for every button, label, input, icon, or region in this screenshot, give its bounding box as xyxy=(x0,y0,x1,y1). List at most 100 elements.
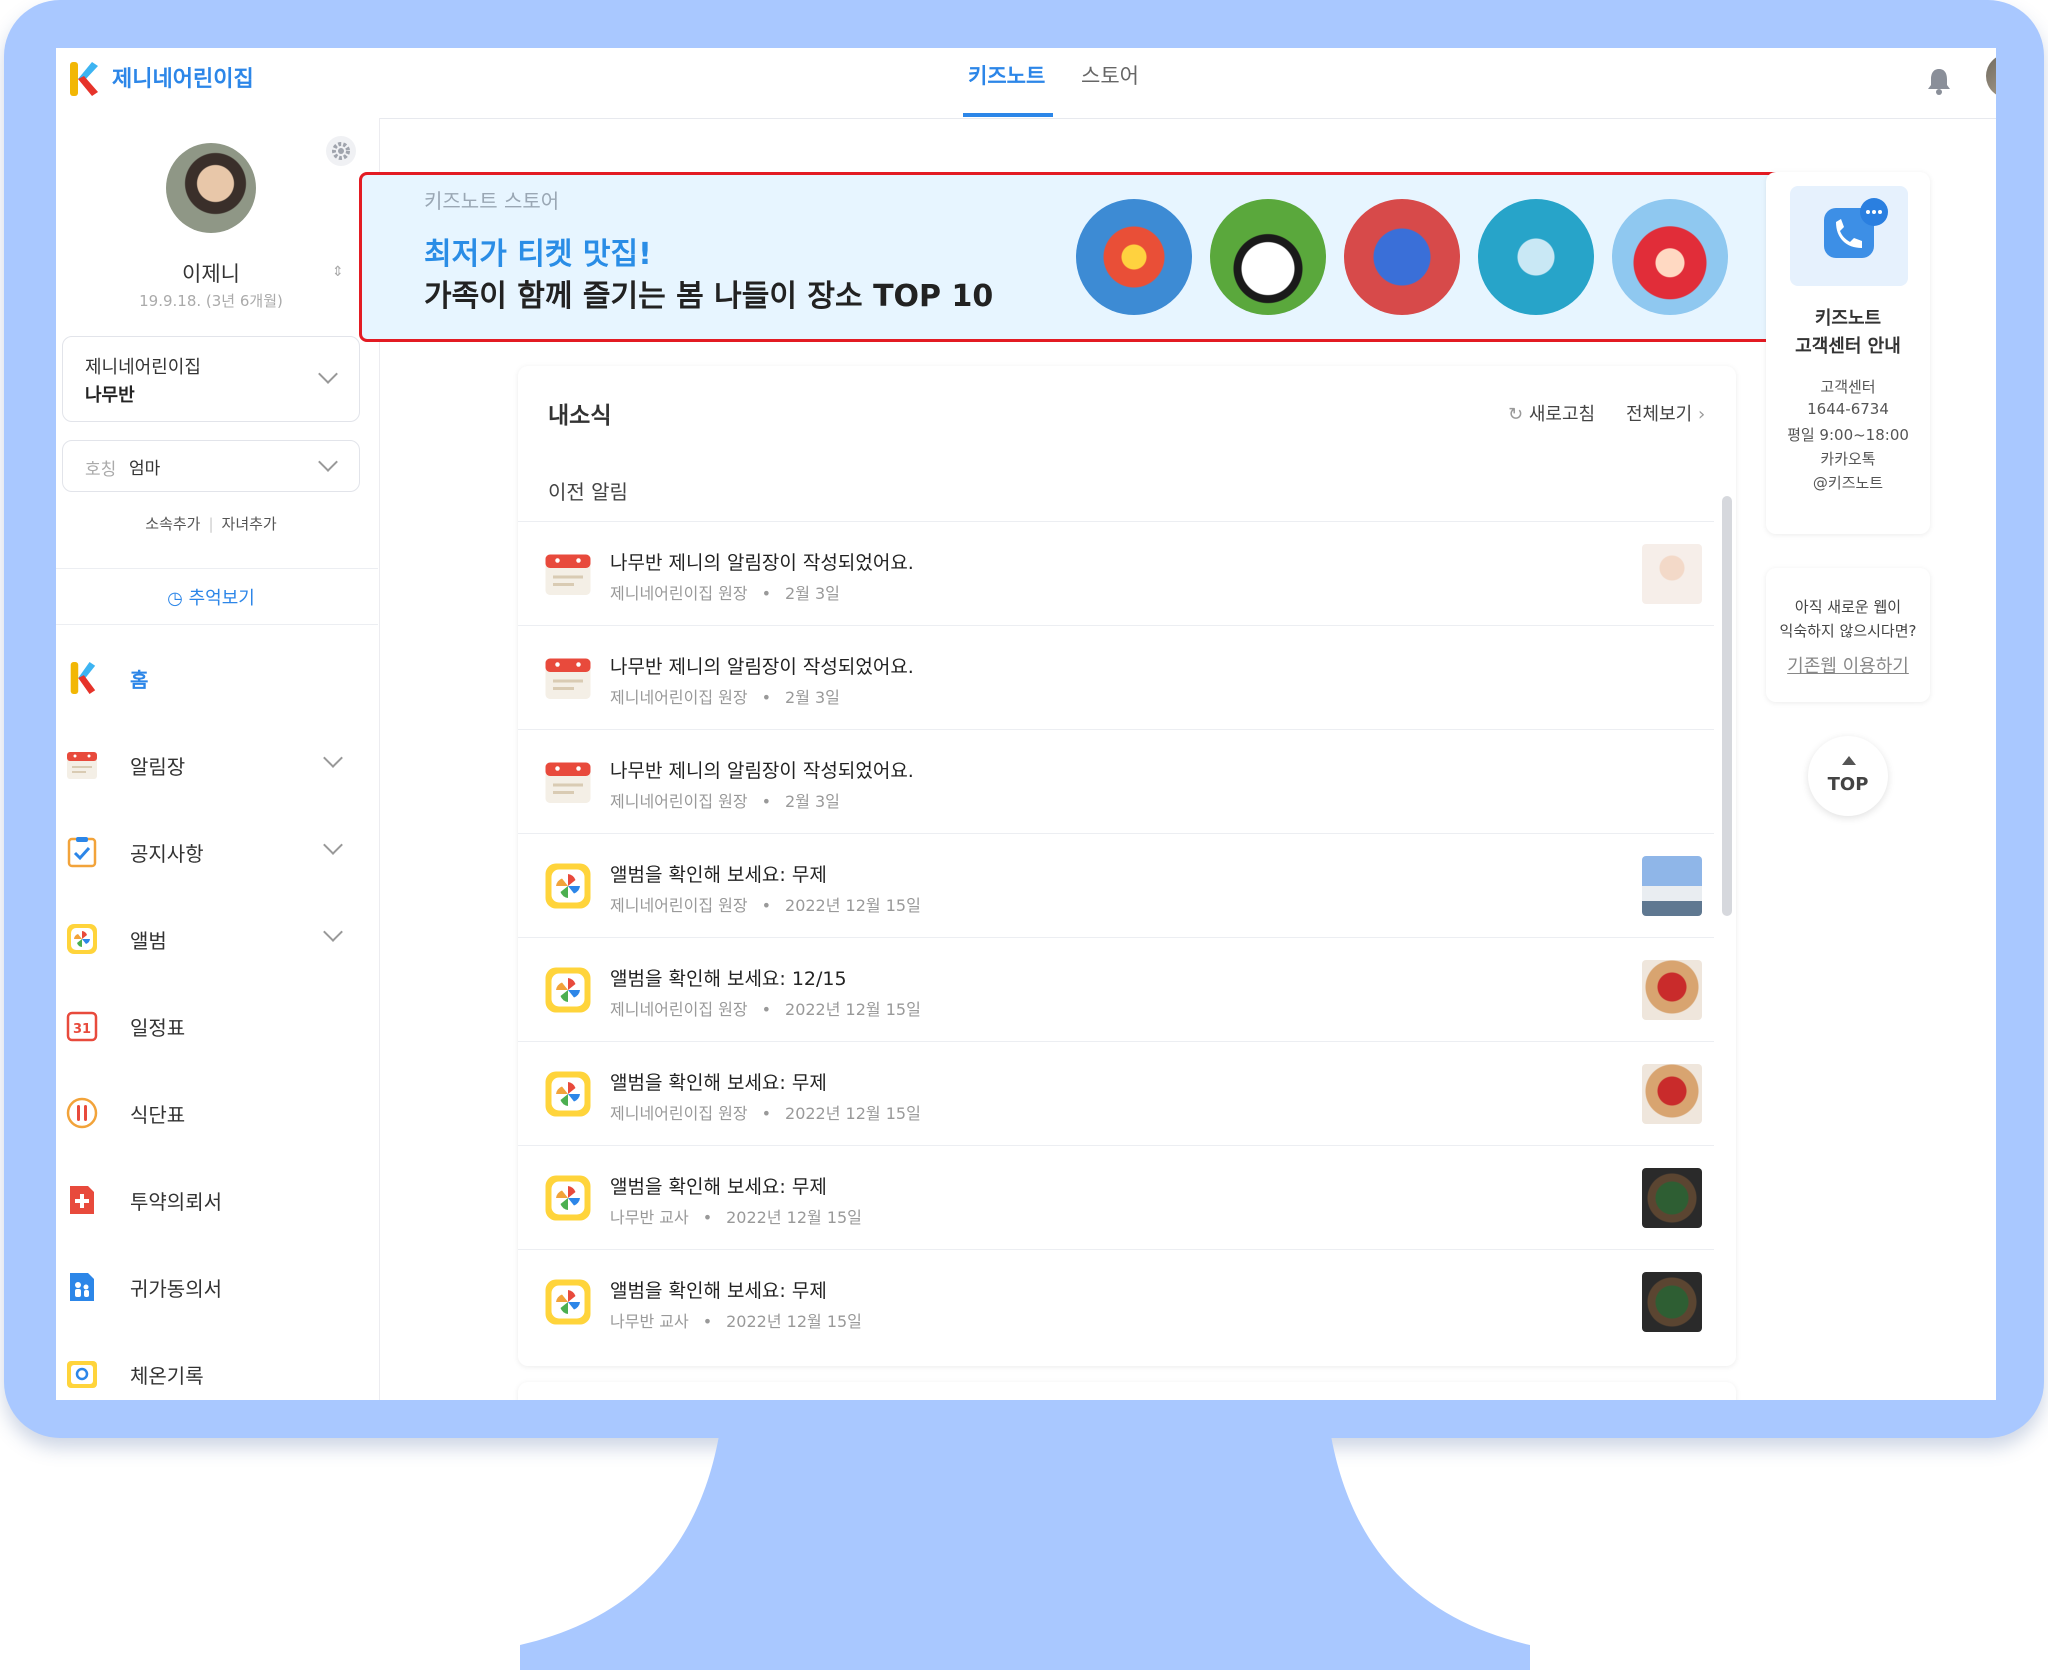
banner-photo-ski xyxy=(1612,199,1728,315)
news-row[interactable]: 앨범을 확인해 보세요: 무제 나무반 교사 • 2022년 12월 15일 xyxy=(518,1145,1714,1249)
notebook-icon xyxy=(544,758,592,806)
pinwheel-icon xyxy=(544,966,592,1014)
bell-icon[interactable] xyxy=(1926,66,1952,96)
sidebar-item-label: 귀가동의서 xyxy=(130,1277,222,1301)
sidebar-item[interactable]: 31 일정표 xyxy=(56,996,378,1056)
school-class-select[interactable]: 제니네어린이집 나무반 xyxy=(62,336,360,422)
news-row-meta: 제니네어린이집 원장 • 2022년 12월 15일 xyxy=(610,892,921,916)
news-row-thumbnail[interactable] xyxy=(1642,1064,1702,1124)
medical-kit-icon xyxy=(66,1184,98,1216)
sidebar-item[interactable]: 공지사항 xyxy=(56,822,378,882)
banner-photo-ferris-wheel xyxy=(1076,199,1192,315)
old-web-card: 아직 새로운 웹이 익숙하지 않으시다면? 기존웹 이용하기 xyxy=(1766,568,1930,702)
news-row-author: 제니네어린이집 원장 xyxy=(610,1104,748,1123)
notebook-icon xyxy=(544,550,592,598)
notebook-icon xyxy=(544,654,592,702)
brand-name[interactable]: 제니네어린이집 xyxy=(112,61,254,93)
news-row-title: 앨범을 확인해 보세요: 무제 xyxy=(610,864,827,886)
news-row-meta: 나무반 교사 • 2022년 12월 15일 xyxy=(610,1204,862,1228)
view-all-button[interactable]: 전체보기 › xyxy=(1626,400,1705,426)
news-row[interactable]: 나무반 제니의 알림장이 작성되었어요. 제니네어린이집 원장 • 2월 3일 xyxy=(518,729,1714,833)
sidebar-item[interactable]: 식단표 xyxy=(56,1083,378,1143)
banner-photo-aquarium xyxy=(1478,199,1594,315)
news-row-date: 2월 3일 xyxy=(785,688,840,707)
add-child-link[interactable]: 자녀추가 xyxy=(222,515,277,533)
chevron-down-icon[interactable] xyxy=(323,748,343,768)
news-row[interactable]: 앨범을 확인해 보세요: 무제 나무반 교사 • 2022년 12월 15일 xyxy=(518,1249,1714,1353)
gear-icon[interactable] xyxy=(326,136,356,166)
refresh-button[interactable]: ↻ 새로고침 xyxy=(1508,400,1595,426)
add-affiliation-link[interactable]: 소속추가 xyxy=(145,515,200,533)
top-header: 제니네어린이집 키즈노트 스토어 xyxy=(56,48,1996,119)
sidebar-item[interactable]: 앨범 xyxy=(56,909,378,969)
news-row[interactable]: 앨범을 확인해 보세요: 무제제니네어린이집 원장 • 2022년 12월 15일 xyxy=(518,833,1714,937)
news-row-thumbnail[interactable] xyxy=(1642,1272,1702,1332)
pinwheel-icon xyxy=(544,1070,592,1118)
sidebar-item-label: 홈 xyxy=(130,668,149,692)
news-row-title: 앨범을 확인해 보세요: 무제 xyxy=(610,1072,827,1094)
scroll-top-button[interactable]: TOP xyxy=(1808,736,1888,816)
news-row-thumbnail[interactable] xyxy=(1642,960,1702,1020)
old-web-link[interactable]: 기존웹 이용하기 xyxy=(1766,652,1930,678)
news-row-title: 앨범을 확인해 보세요: 무제 xyxy=(610,1280,827,1302)
pinwheel-icon xyxy=(544,862,592,910)
sidebar-item-label: 알림장 xyxy=(130,755,186,779)
cs-info-line: 1644-6734 xyxy=(1807,400,1889,418)
news-row-author: 제니네어린이집 원장 xyxy=(610,688,748,707)
memory-view-link[interactable]: ◷ 추억보기 xyxy=(56,584,366,610)
news-row-thumbnail[interactable] xyxy=(1642,544,1702,604)
kidsnote-logo-icon[interactable] xyxy=(70,62,98,96)
phone-chat-icon xyxy=(1790,186,1908,286)
news-row-date: 2022년 12월 15일 xyxy=(726,1312,862,1331)
pinwheel-icon xyxy=(544,1278,592,1326)
banner-photo-panda xyxy=(1210,199,1326,315)
separator-dot: • xyxy=(761,688,772,707)
tab-kidsnote[interactable]: 키즈노트 xyxy=(968,60,1045,90)
class-name: 나무반 xyxy=(85,385,135,406)
cs-title: 키즈노트 xyxy=(1814,308,1882,329)
news-row-meta: 제니네어린이집 원장 • 2월 3일 xyxy=(610,580,840,604)
header-avatar[interactable] xyxy=(1986,54,1996,98)
news-row-thumbnail[interactable] xyxy=(1642,1168,1702,1228)
sidebar-item[interactable]: 투약의뢰서 xyxy=(56,1170,378,1230)
title-select[interactable]: 호칭 엄마 xyxy=(62,440,360,492)
news-row[interactable]: 앨범을 확인해 보세요: 12/15 제니네어린이집 원장 • 2022년 12월 1… xyxy=(518,937,1714,1041)
news-row-author: 제니네어린이집 원장 xyxy=(610,896,748,915)
customer-service-card[interactable]: 키즈노트 고객센터 안내 고객센터 1644-6734 평일 9:00~18:00 카… xyxy=(1766,172,1930,534)
sidebar-item[interactable]: 알림장 xyxy=(56,735,378,795)
news-scrollbar[interactable] xyxy=(1722,496,1732,916)
sidebar-item[interactable]: 귀가동의서 xyxy=(56,1257,378,1317)
news-row-title: 나무반 제니의 알림장이 작성되었어요. xyxy=(610,552,914,574)
banner-photo-slide xyxy=(1344,199,1460,315)
cs-subtitle: 고객센터 안내 xyxy=(1795,336,1901,357)
separator-dot: • xyxy=(761,1000,772,1019)
news-row-title: 나무반 제니의 알림장이 작성되었어요. xyxy=(610,760,914,782)
news-row-date: 2022년 12월 15일 xyxy=(785,1104,921,1123)
news-row-author: 나무반 교사 xyxy=(610,1208,689,1227)
chevron-down-icon[interactable] xyxy=(323,922,343,942)
thermometer-icon xyxy=(66,1358,98,1390)
store-banner[interactable]: 키즈노트 스토어 최저가 티켓 맛집! 가족이 함께 즐기는 봄 나들이 장소 … xyxy=(359,172,1791,342)
next-card xyxy=(518,1382,1736,1400)
news-row-author: 제니네어린이집 원장 xyxy=(610,1000,748,1019)
sidebar-item[interactable]: 체온기록 xyxy=(56,1344,378,1400)
profile-switch-icon[interactable]: ⇕ xyxy=(332,264,344,280)
divider xyxy=(56,624,378,625)
news-row[interactable]: 나무반 제니의 알림장이 작성되었어요. 제니네어린이집 원장 • 2월 3일 xyxy=(518,625,1714,729)
divider xyxy=(56,568,378,569)
profile-avatar[interactable] xyxy=(166,143,256,233)
clock-icon: ◷ xyxy=(167,588,183,609)
sidebar-item-label: 공지사항 xyxy=(130,842,204,866)
news-row[interactable]: 나무반 제니의 알림장이 작성되었어요. 제니네어린이집 원장 • 2월 3일 xyxy=(518,521,1714,625)
sidebar-item[interactable]: 홈 xyxy=(56,648,378,708)
chevron-down-icon[interactable] xyxy=(323,835,343,855)
title-label: 호칭 xyxy=(85,460,117,480)
tab-store[interactable]: 스토어 xyxy=(1081,60,1139,90)
refresh-icon: ↻ xyxy=(1508,404,1524,425)
scroll-top-label: TOP xyxy=(1827,774,1869,795)
memory-view-label: 추억보기 xyxy=(188,588,255,609)
chevron-right-icon: › xyxy=(1697,404,1706,425)
news-row-date: 2월 3일 xyxy=(785,792,840,811)
news-row[interactable]: 앨범을 확인해 보세요: 무제 제니네어린이집 원장 • 2022년 12월 15일 xyxy=(518,1041,1714,1145)
news-row-thumbnail[interactable] xyxy=(1642,856,1702,916)
